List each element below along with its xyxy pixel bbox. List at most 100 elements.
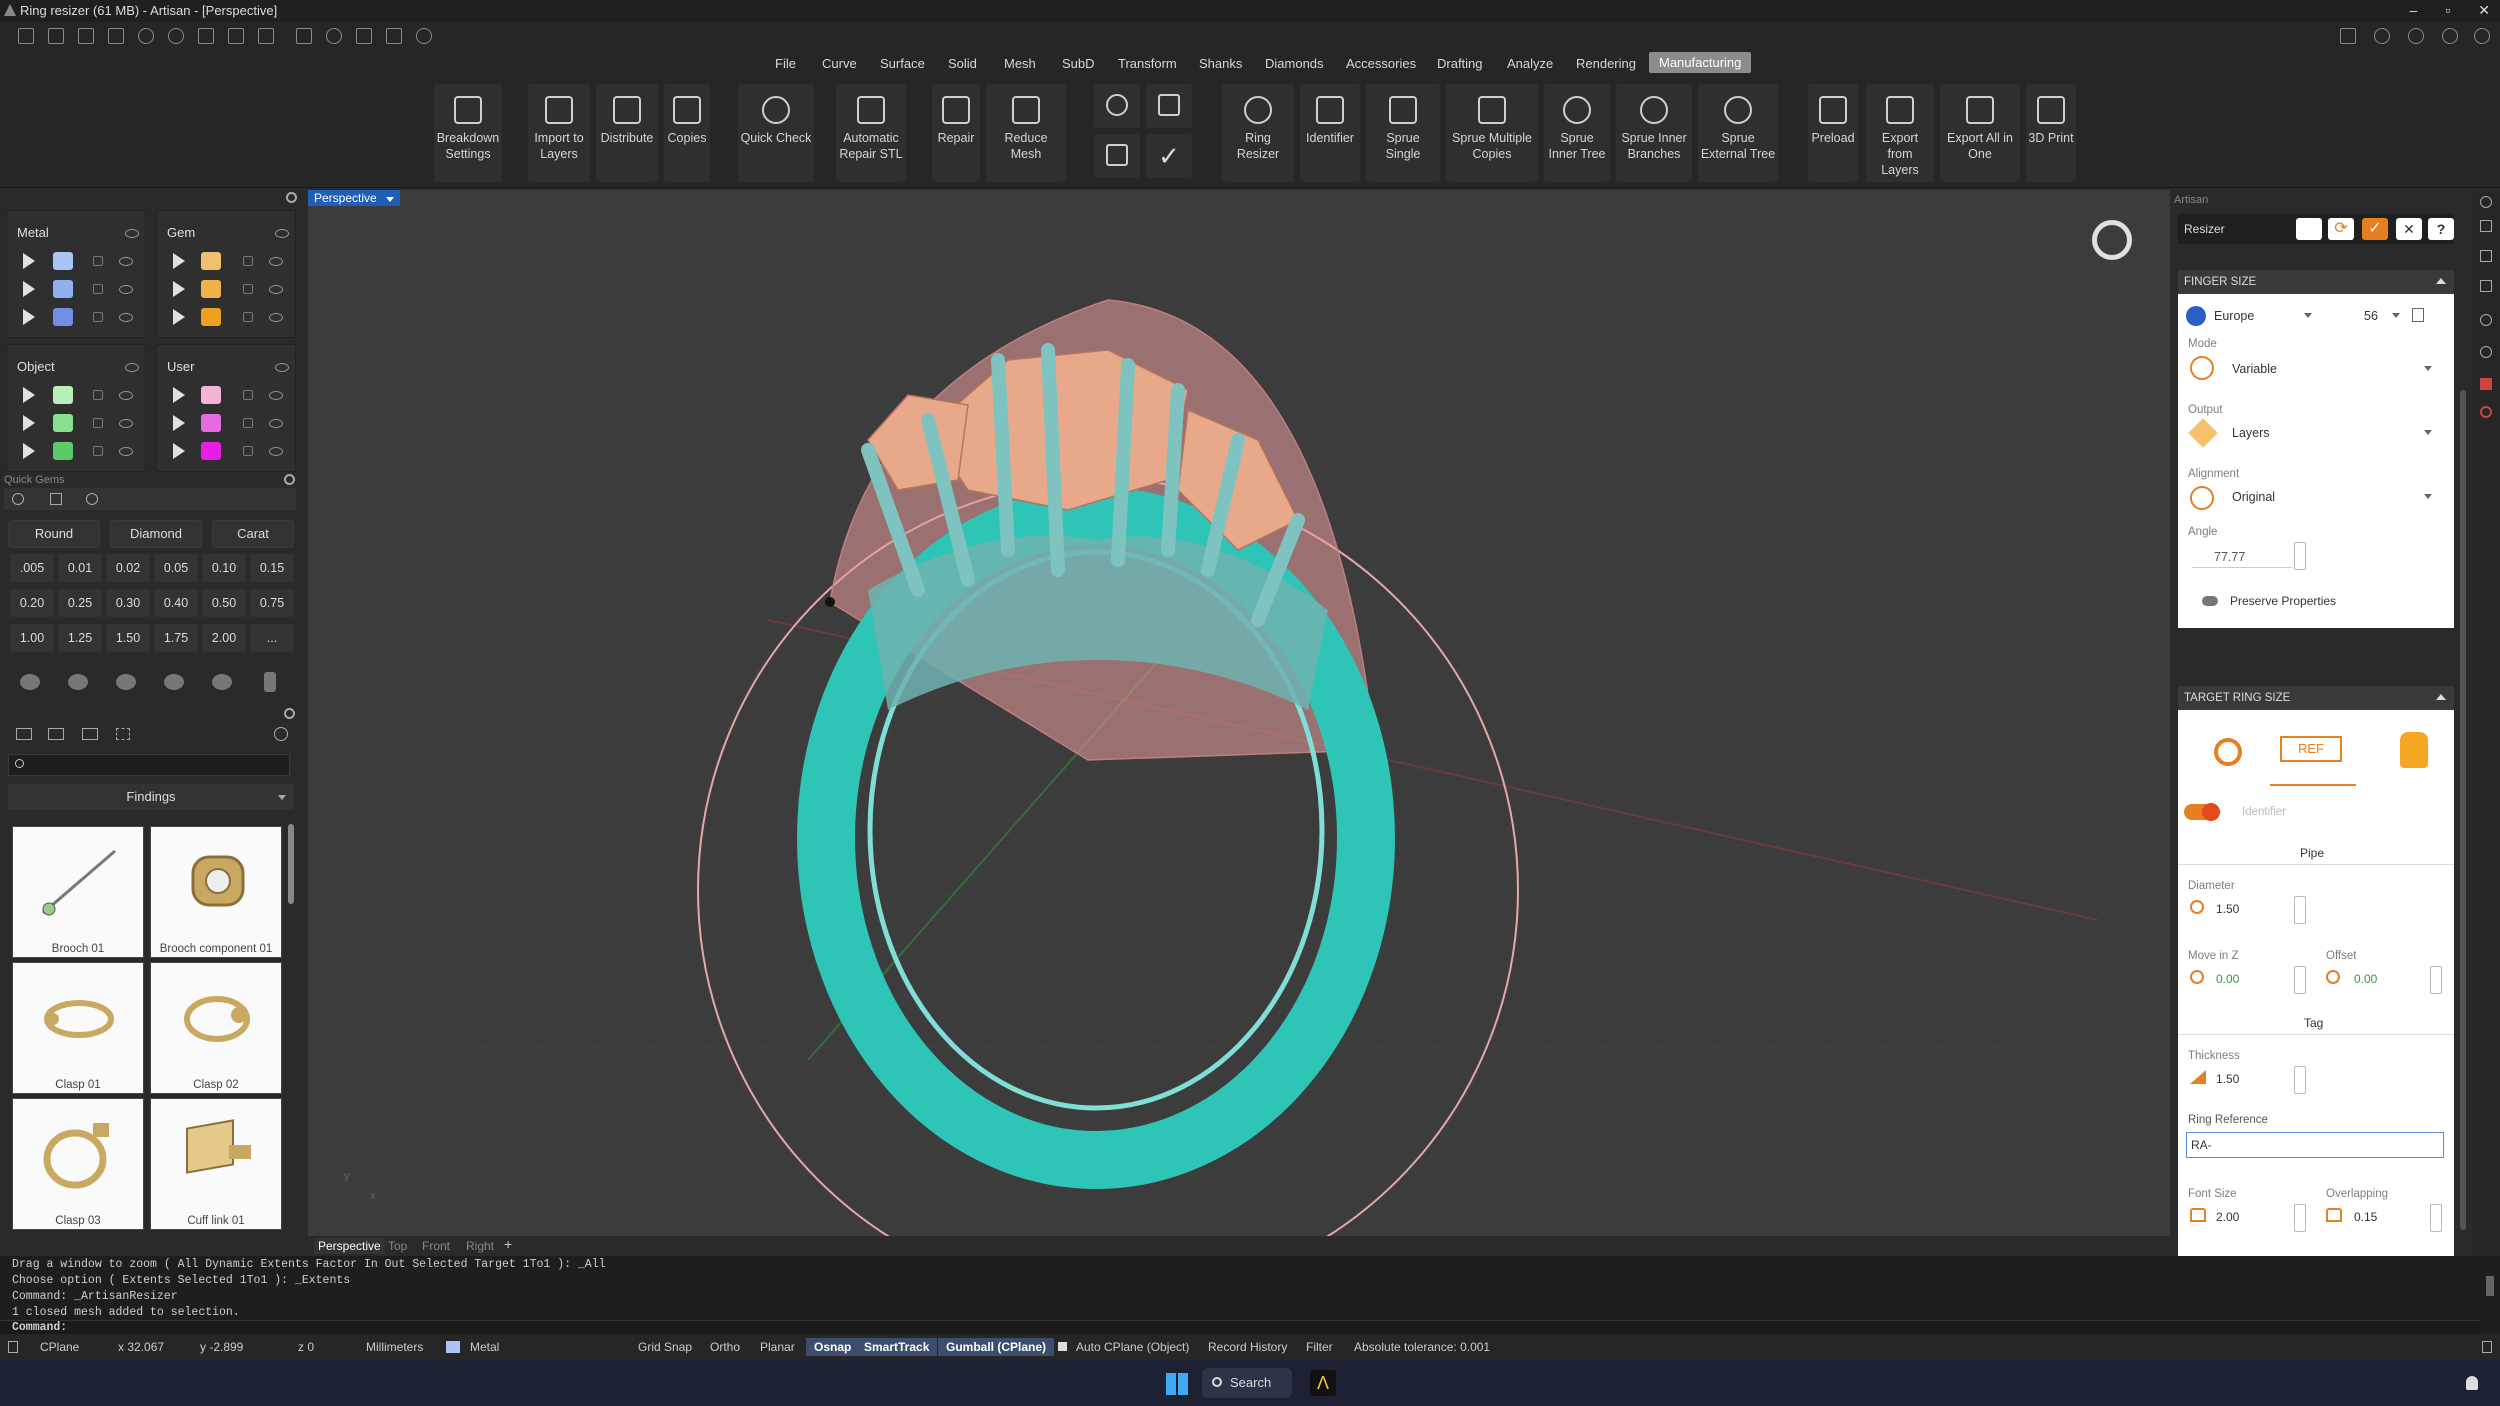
grid-view-icon[interactable]	[116, 728, 130, 740]
transform-tool-icon[interactable]	[326, 28, 342, 44]
gem-cut-icon[interactable]	[264, 672, 276, 692]
maximize-icon[interactable]: ▫	[2445, 2, 2450, 19]
ring-gizmo-icon[interactable]	[2092, 220, 2132, 260]
cloud-icon[interactable]	[2408, 28, 2424, 44]
menu-transform[interactable]: Transform	[1118, 56, 1177, 71]
menu-solid[interactable]: Solid	[948, 56, 977, 71]
refresh-icon[interactable]: ⟳	[2328, 218, 2354, 240]
tab-perspective[interactable]: Perspective	[314, 1238, 385, 1254]
gem-size-cell[interactable]: 0.40	[154, 589, 198, 617]
library-settings-icon[interactable]	[284, 708, 295, 719]
alignment-select[interactable]: Original	[2232, 490, 2275, 504]
taskbar-search[interactable]: Search	[1202, 1368, 1292, 1398]
auto-cplane-checkbox[interactable]	[1058, 1342, 1067, 1351]
gem-cut-icon[interactable]	[212, 674, 232, 690]
lock-icon[interactable]	[243, 284, 253, 294]
mode-select[interactable]: Variable	[2232, 362, 2277, 376]
eye-icon[interactable]	[269, 447, 283, 456]
play-icon[interactable]	[23, 281, 35, 297]
status-expand-icon[interactable]	[2482, 1341, 2492, 1353]
eye-icon[interactable]	[275, 363, 289, 372]
output-select[interactable]: Layers	[2232, 426, 2270, 440]
add-tab-icon[interactable]: +	[504, 1236, 512, 1252]
move-tool-icon[interactable]	[356, 28, 372, 44]
panel-settings-icon[interactable]	[286, 192, 297, 203]
overlapping-input[interactable]: 0.15	[2354, 1210, 2377, 1224]
eye-icon[interactable]	[269, 257, 283, 266]
eye-icon[interactable]	[125, 229, 139, 238]
cone-icon[interactable]	[2400, 732, 2428, 768]
play-icon[interactable]	[173, 253, 185, 269]
gem-size-cell[interactable]: 2.00	[202, 624, 246, 652]
gem-cut-icon[interactable]	[68, 674, 88, 690]
apply-button[interactable]: ✓	[2362, 218, 2388, 240]
gem-size-cell[interactable]: 0.01	[58, 554, 102, 582]
cplane-label[interactable]: CPlane	[32, 1338, 87, 1356]
size-table-icon[interactable]	[2412, 308, 2424, 322]
eye-icon[interactable]	[119, 285, 133, 294]
new-file-icon[interactable]	[18, 28, 34, 44]
copies-button[interactable]: Copies	[664, 84, 710, 182]
undo-icon[interactable]	[138, 28, 154, 44]
move-z-input[interactable]: 0.00	[2216, 972, 2239, 986]
menu-diamonds[interactable]: Diamonds	[1265, 56, 1324, 71]
size-standard-select[interactable]: Europe	[2214, 309, 2254, 323]
tab-right[interactable]: Right	[466, 1239, 494, 1253]
play-icon[interactable]	[173, 309, 185, 325]
sprue-multiple-copies-button[interactable]: Sprue Multiple Copies	[1446, 84, 1538, 182]
color-swatch[interactable]	[201, 386, 221, 404]
minimize-icon[interactable]: –	[2410, 2, 2418, 19]
menu-accessories[interactable]: Accessories	[1346, 56, 1416, 71]
open-recent-icon[interactable]	[108, 28, 124, 44]
finger-size-header[interactable]: FINGER SIZE	[2178, 270, 2454, 294]
distribute-button[interactable]: Distribute	[596, 84, 658, 182]
ring-resizer-button[interactable]: Ring Resizer	[1222, 84, 1294, 182]
move-z-stepper[interactable]	[2294, 966, 2306, 994]
gem-size-cell[interactable]: 0.50	[202, 589, 246, 617]
lock-icon[interactable]	[243, 418, 253, 428]
library-item-brooch-01[interactable]: Brooch 01	[12, 826, 144, 958]
hand-icon[interactable]	[2296, 218, 2322, 240]
offset-stepper[interactable]	[2430, 966, 2442, 994]
status-panel-icon[interactable]	[8, 1341, 18, 1353]
gem-size-cell[interactable]: 0.10	[202, 554, 246, 582]
library-item-clasp-02[interactable]: Clasp 02	[150, 962, 282, 1094]
grid-snap-toggle[interactable]: Grid Snap	[630, 1338, 700, 1356]
history-icon[interactable]	[274, 727, 288, 741]
layout-icon[interactable]	[2340, 28, 2356, 44]
gem-cut-icon[interactable]	[116, 674, 136, 690]
menu-shanks[interactable]: Shanks	[1199, 56, 1242, 71]
lock-icon[interactable]	[243, 312, 253, 322]
menu-mesh[interactable]: Mesh	[1004, 56, 1036, 71]
color-swatch[interactable]	[53, 280, 73, 298]
gem-cut-icon[interactable]	[20, 674, 40, 690]
menu-curve[interactable]: Curve	[822, 56, 857, 71]
play-icon[interactable]	[173, 281, 185, 297]
image-folder-icon[interactable]	[82, 728, 98, 740]
gem-size-cell[interactable]: 0.05	[154, 554, 198, 582]
new-template-icon[interactable]	[48, 28, 64, 44]
tool-small-3-button[interactable]	[1094, 134, 1140, 178]
library-search-input[interactable]	[8, 754, 290, 776]
color-swatch[interactable]	[53, 414, 73, 432]
play-icon[interactable]	[23, 253, 35, 269]
play-icon[interactable]	[23, 443, 35, 459]
library-item-clasp-01[interactable]: Clasp 01	[12, 962, 144, 1094]
tool-small-1-button[interactable]	[1094, 84, 1140, 128]
tool-small-2-button[interactable]	[1146, 84, 1192, 128]
lock-icon[interactable]	[243, 390, 253, 400]
target-ring-size-header[interactable]: TARGET RING SIZE	[2178, 686, 2454, 710]
thickness-input[interactable]: 1.50	[2216, 1072, 2239, 1086]
gumball-toggle[interactable]: Gumball (CPlane)	[938, 1338, 1055, 1356]
folder-add-icon[interactable]	[48, 728, 64, 740]
eye-icon[interactable]	[119, 391, 133, 400]
color-swatch[interactable]	[53, 386, 73, 404]
eye-icon[interactable]	[275, 229, 289, 238]
3d-print-button[interactable]: 3D Print	[2026, 84, 2076, 182]
gem-size-cell[interactable]: 0.25	[58, 589, 102, 617]
gem-unit-carat-button[interactable]: Carat	[212, 520, 294, 548]
repair-button[interactable]: Repair	[932, 84, 980, 182]
finger-size-value[interactable]: 56	[2364, 309, 2378, 323]
save-as-icon[interactable]	[228, 28, 244, 44]
menu-subd[interactable]: SubD	[1062, 56, 1095, 71]
